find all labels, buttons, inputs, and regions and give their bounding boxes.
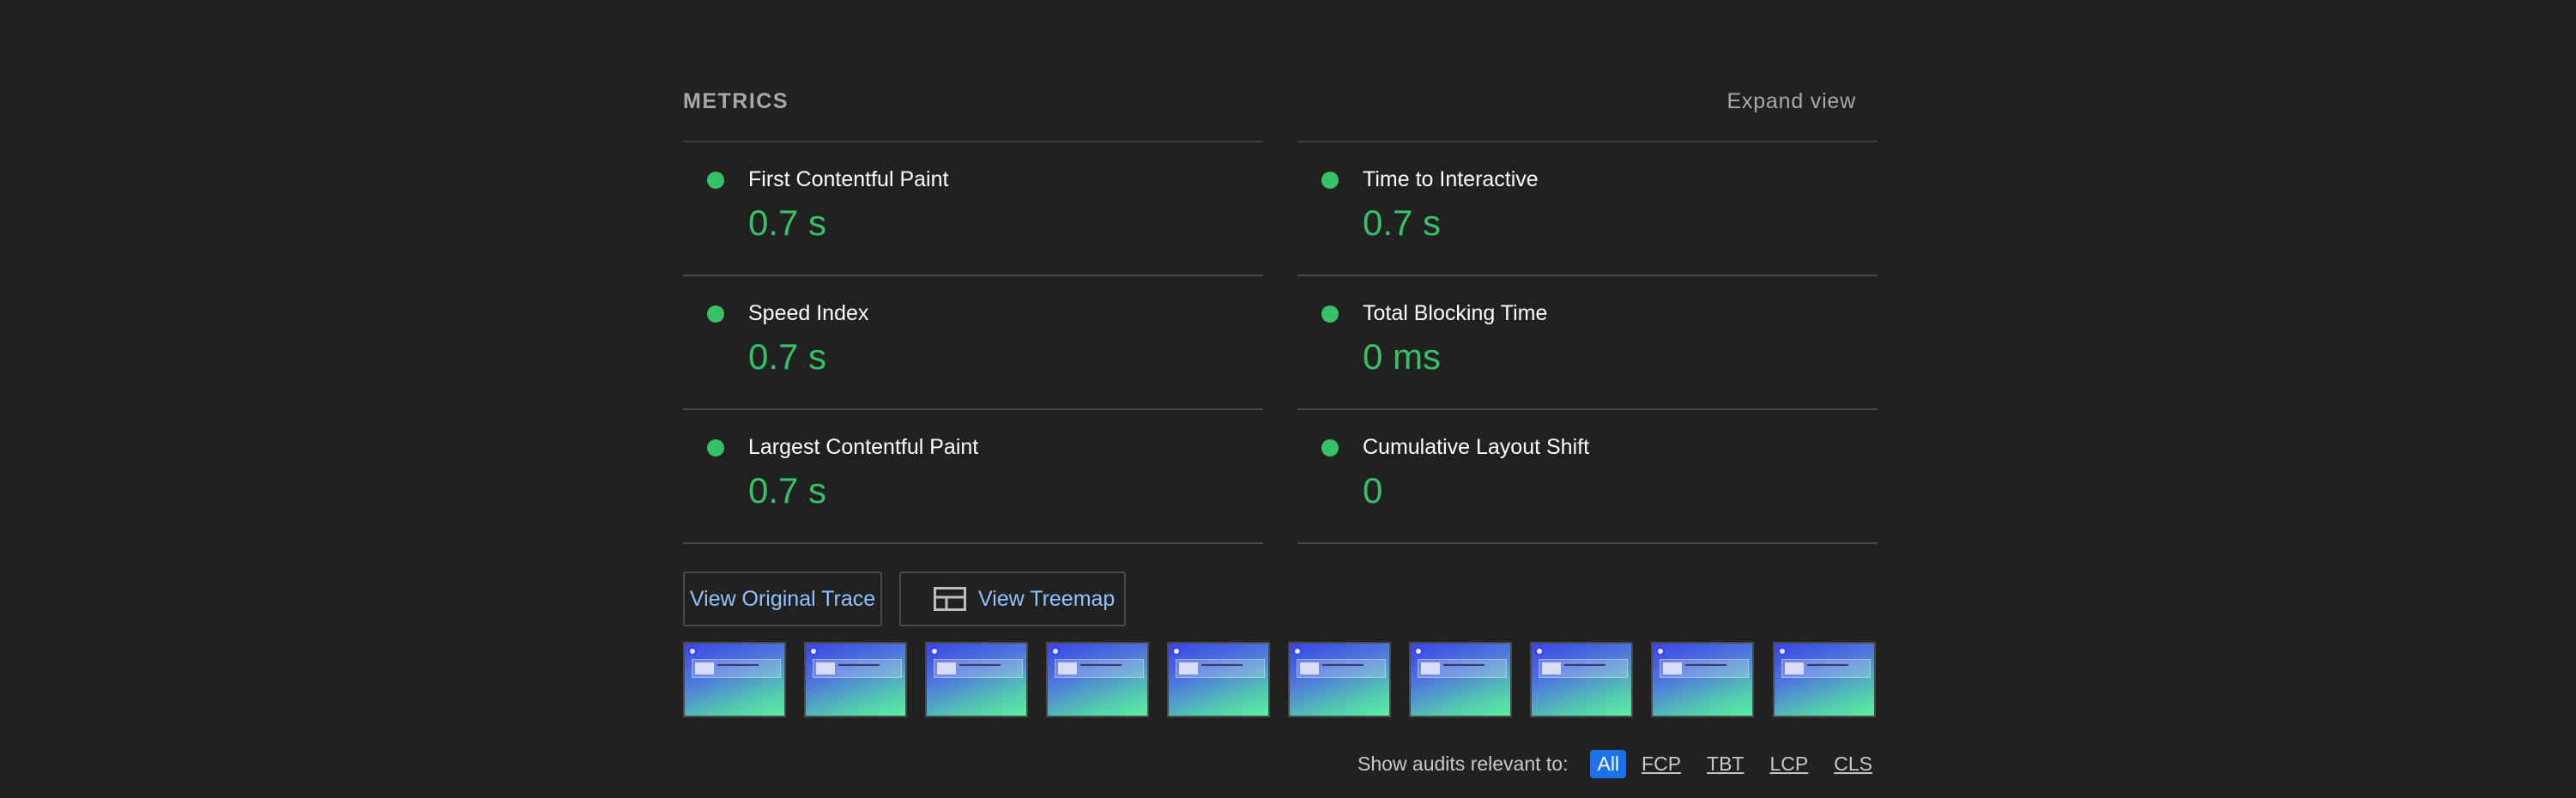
button-label: View Treemap — [978, 586, 1116, 611]
metrics-title: METRICS — [683, 89, 789, 113]
filmstrip-frame — [804, 642, 907, 717]
filmstrip-frame — [1288, 642, 1391, 717]
pass-indicator-icon — [707, 305, 724, 323]
pass-indicator-icon — [707, 439, 724, 456]
filmstrip-frame — [1651, 642, 1754, 717]
view-original-trace-button[interactable]: View Original Trace — [683, 571, 882, 626]
filter-chip-fcp[interactable]: FCP — [1642, 751, 1681, 777]
treemap-icon — [934, 587, 966, 611]
filter-chip-all[interactable]: All — [1590, 749, 1627, 778]
metric-value: 0.7 s — [1363, 203, 1442, 243]
metric-cumulative-layout-shift: Cumulative Layout Shift 0 — [1297, 410, 1878, 544]
metrics-section: METRICS Expand view First Contentful Pai… — [683, 0, 1878, 798]
metric-value: 0 ms — [1363, 336, 1442, 377]
filter-chip-cls[interactable]: CLS — [1834, 751, 1872, 777]
pass-indicator-icon — [1321, 305, 1339, 323]
filmstrip-frame — [1046, 642, 1149, 717]
pass-indicator-icon — [1321, 439, 1339, 456]
filmstrip-frame — [1773, 642, 1876, 717]
metric-value: 0.7 s — [748, 203, 827, 243]
filmstrip-frame — [1409, 642, 1512, 717]
expand-view-toggle[interactable]: Expand view — [1726, 89, 1856, 114]
audit-filter-label: Show audits relevant to: — [1358, 752, 1569, 775]
metric-value: 0 — [1363, 470, 1383, 511]
audit-filter: Show audits relevant to: All FCP TBT LCP… — [1358, 748, 1878, 779]
metric-total-blocking-time: Total Blocking Time 0 ms — [1297, 276, 1878, 410]
pass-indicator-icon — [1321, 172, 1339, 189]
filmstrip-frame — [1167, 642, 1270, 717]
metric-first-contentful-paint: First Contentful Paint 0.7 s — [683, 142, 1263, 276]
metrics-header: METRICS Expand view — [683, 89, 1878, 141]
metric-largest-contentful-paint: Largest Contentful Paint 0.7 s — [683, 410, 1263, 544]
metric-time-to-interactive: Time to Interactive 0.7 s — [1297, 142, 1878, 276]
filmstrip — [683, 642, 1878, 717]
filmstrip-frame — [1530, 642, 1633, 717]
pass-indicator-icon — [707, 172, 724, 189]
filmstrip-frame — [683, 642, 786, 717]
metric-label: Time to Interactive — [1363, 167, 1539, 191]
metric-speed-index: Speed Index 0.7 s — [683, 276, 1263, 410]
button-label: View Original Trace — [689, 586, 876, 611]
metric-label: Cumulative Layout Shift — [1363, 435, 1590, 459]
metric-value: 0.7 s — [748, 336, 827, 377]
filmstrip-frame — [925, 642, 1028, 717]
view-treemap-button[interactable]: View Treemap — [899, 571, 1126, 626]
metric-label: Speed Index — [748, 301, 869, 325]
filter-chip-tbt[interactable]: TBT — [1707, 751, 1744, 777]
metric-label: Largest Contentful Paint — [748, 435, 979, 459]
metric-label: Total Blocking Time — [1363, 301, 1548, 325]
filter-chip-lcp[interactable]: LCP — [1770, 751, 1809, 777]
metric-label: First Contentful Paint — [748, 167, 949, 191]
metric-value: 0.7 s — [748, 470, 827, 511]
